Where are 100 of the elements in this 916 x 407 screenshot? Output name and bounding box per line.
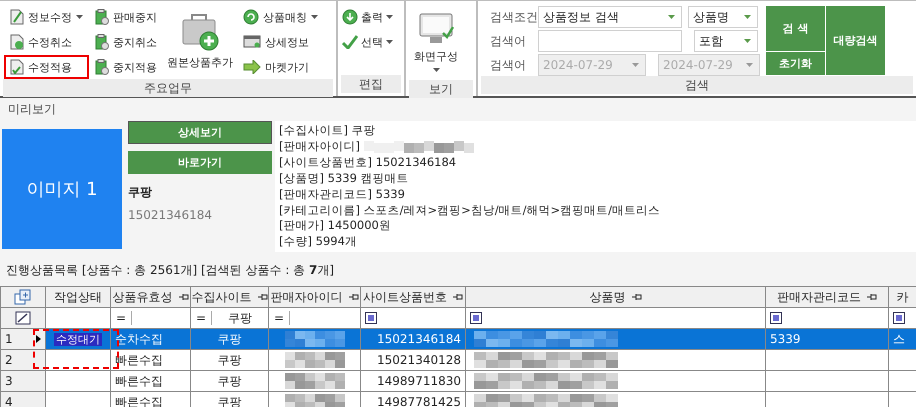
pin-icon[interactable] <box>632 293 642 301</box>
filter-operator[interactable]: = <box>192 311 212 325</box>
column-header[interactable]: 상품명 <box>466 286 766 308</box>
caret-icon <box>744 39 751 43</box>
table-cell: 순차수집 <box>115 332 163 346</box>
filter-operator[interactable]: = <box>270 311 290 325</box>
filter-checkbox[interactable] <box>893 312 905 324</box>
window-icon <box>243 35 261 49</box>
go-to-button[interactable]: 바로가기 <box>128 151 272 174</box>
screen-layout-button[interactable]: 화면구성 <box>410 5 462 80</box>
column-header[interactable]: 상품유효성 <box>110 286 190 308</box>
caret-icon <box>632 63 639 67</box>
keyword-field[interactable] <box>538 30 682 52</box>
caret-icon <box>432 68 440 72</box>
filter-value[interactable]: 쿠팡 <box>212 310 268 326</box>
info-line: [상품명] 5339 캠핑매트 <box>279 170 409 187</box>
ribbon-button[interactable]: 수정취소 <box>4 30 89 54</box>
column-header[interactable]: 작업상태 <box>46 286 110 308</box>
product-number: 15021346184 <box>128 208 213 222</box>
clipboard-icon <box>95 9 109 25</box>
section-title: 미리보기 <box>7 101 57 118</box>
info-line: [판매자아이디] <box>279 138 360 155</box>
table-cell: 빠른수집 <box>115 374 163 388</box>
ribbon-button[interactable]: 중지적용 <box>89 55 163 79</box>
ribbon-button[interactable]: 수정적용 <box>4 55 89 79</box>
table-cell: 빠른수집 <box>115 352 163 366</box>
table-cell: 14989711830 <box>377 374 461 388</box>
monitor-icon <box>418 13 454 45</box>
ribbon-button[interactable]: 선택 <box>338 30 397 54</box>
group-label: 검색 <box>481 76 913 94</box>
filter-edit-icon[interactable] <box>15 311 31 326</box>
ribbon-button[interactable]: 상품매칭 <box>237 5 324 29</box>
list-summary: 진행상품목록 [상품수 : 총 2561개] [검색된 상품수 : 총 7개] <box>5 262 336 279</box>
table-cell: 15021340128 <box>377 353 461 367</box>
match-dropdown[interactable]: 포함 <box>694 30 758 52</box>
filter-checkbox[interactable] <box>365 312 377 324</box>
filter-checkbox[interactable] <box>470 312 482 324</box>
info-line: [수량] 5994개 <box>279 234 357 250</box>
row-number: 1 <box>5 332 13 346</box>
ribbon-button[interactable]: 출력 <box>338 5 397 29</box>
condition-dropdown[interactable]: 상품정보 검색 <box>538 6 682 28</box>
caret-icon <box>76 15 83 19</box>
ribbon-button[interactable]: 마켓가기 <box>237 55 324 79</box>
ribbon-button[interactable]: 정보수정 <box>4 5 89 29</box>
reset-button[interactable]: 초기화 <box>766 52 825 75</box>
pin-icon[interactable] <box>453 293 463 301</box>
column-header[interactable]: 판매자관리코드 <box>766 286 888 308</box>
table-cell: 5339 <box>770 332 801 346</box>
blurred-text <box>282 351 346 369</box>
detail-view-button[interactable]: 상세보기 <box>128 121 272 144</box>
row-pointer-icon <box>36 335 41 343</box>
clipboard-icon <box>95 34 109 50</box>
blurred-text <box>282 372 346 390</box>
table-cell: 빠른수집 <box>115 394 163 407</box>
info-line: [사이트상품번호] 15021346184 <box>279 154 456 171</box>
product-image-thumbnail: 이미지 1 <box>2 129 122 249</box>
row-number: 2 <box>5 353 13 367</box>
row-number: 3 <box>5 374 13 388</box>
column-header[interactable]: 판매자아이디 <box>268 286 360 308</box>
pin-icon[interactable] <box>867 293 877 301</box>
add-product-button[interactable]: 원본상품추가 <box>163 5 237 79</box>
field-label: 검색어 <box>489 56 527 74</box>
table-cell: 쿠팡 <box>218 332 242 346</box>
info-line: [판매가] 1450000원 <box>279 218 391 234</box>
field-label: 검색조건 <box>489 8 538 26</box>
search-button[interactable]: 검 색 <box>766 6 825 51</box>
filter-operator[interactable]: = <box>112 311 132 325</box>
briefcase-plus-icon <box>180 13 220 51</box>
group-label: 주요업무 <box>3 79 333 97</box>
filter-checkbox[interactable] <box>770 312 782 324</box>
table-cell: 14987781425 <box>377 395 461 407</box>
document-icon <box>10 34 24 50</box>
bulk-search-button[interactable]: 대량검색 <box>826 6 885 75</box>
document-icon <box>10 59 24 75</box>
refresh-icon <box>243 9 259 25</box>
caret-icon <box>744 15 751 19</box>
clipboard-icon <box>95 59 109 75</box>
group-label: 보기 <box>409 80 473 98</box>
ribbon-button[interactable]: 판매중지 <box>89 5 163 29</box>
row-number: 4 <box>5 395 13 407</box>
table-cell: 15021346184 <box>377 332 461 346</box>
field-label: 검색어 <box>489 32 527 50</box>
table-cell: 쿠팡 <box>218 352 242 366</box>
ribbon-button[interactable]: 상세정보 <box>237 30 324 54</box>
column-chooser-icon[interactable] <box>14 289 32 305</box>
group-label: 편집 <box>341 75 401 93</box>
blurred-text <box>282 330 346 348</box>
info-line: [판매자관리코드] 5339 <box>279 186 405 203</box>
pin-icon[interactable] <box>258 293 268 301</box>
column-header[interactable]: 카 <box>888 286 916 308</box>
table-cell: 쿠팡 <box>218 374 242 388</box>
arrow-right-icon <box>243 60 261 74</box>
ribbon-button[interactable]: 중지취소 <box>89 30 163 54</box>
pin-icon[interactable] <box>178 293 188 301</box>
column-header[interactable]: 수집사이트 <box>190 286 268 308</box>
pin-icon[interactable] <box>348 293 358 301</box>
table-cell: 쿠팡 <box>218 394 242 407</box>
column-header[interactable]: 사이트상품번호 <box>360 286 466 308</box>
table-cell: 스 <box>893 332 905 346</box>
field-dropdown[interactable]: 상품명 <box>688 6 758 28</box>
